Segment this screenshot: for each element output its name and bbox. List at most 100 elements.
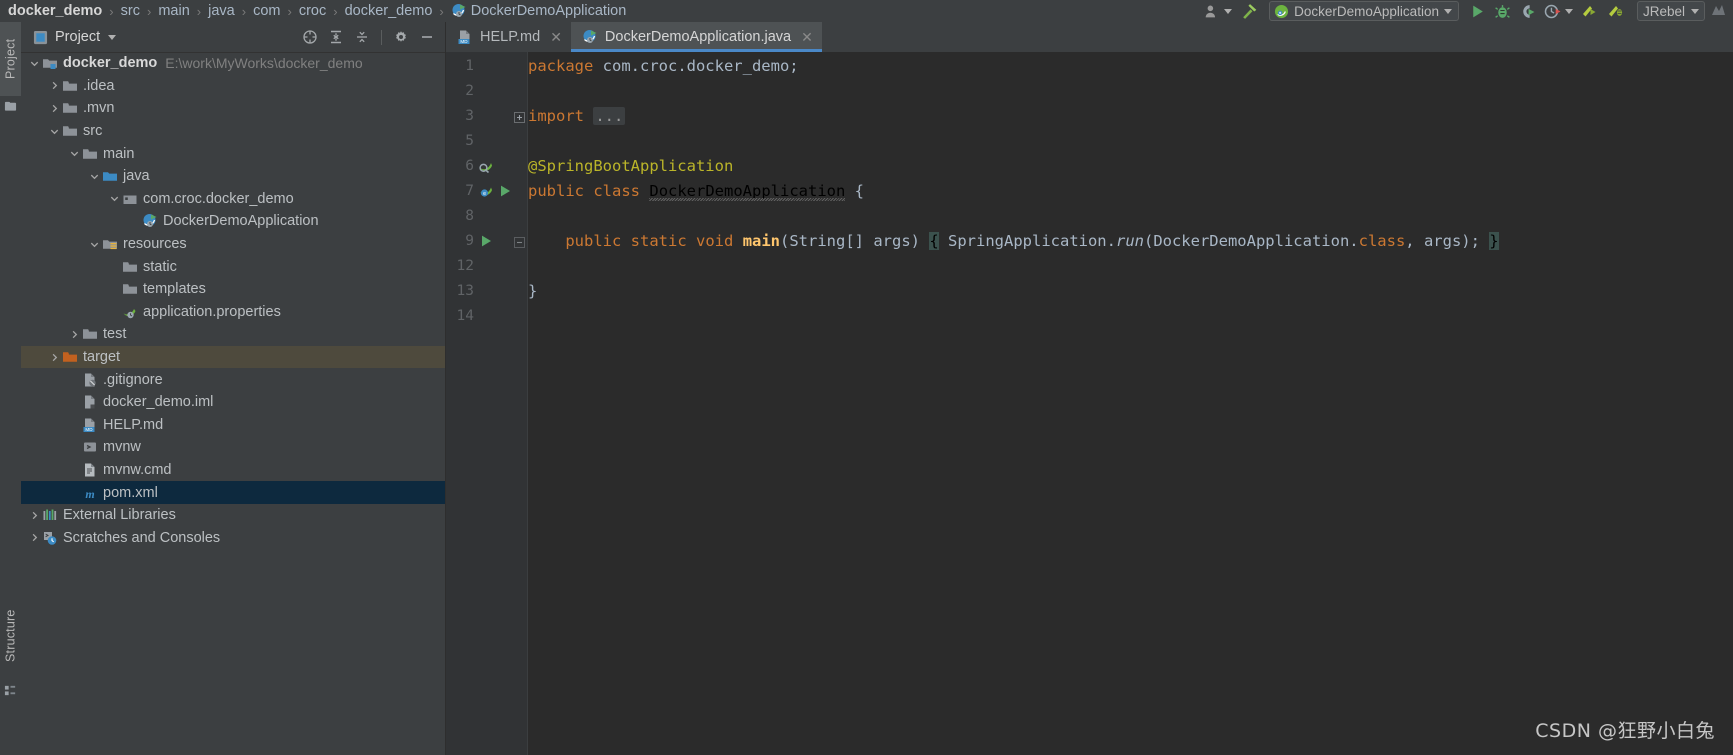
tree-node-application-properties[interactable]: application.properties	[21, 301, 445, 324]
code-line[interactable]: }	[528, 278, 537, 303]
expand-all-icon[interactable]	[324, 25, 348, 49]
run-icon[interactable]	[478, 233, 494, 249]
tree-node--idea[interactable]: .idea	[21, 75, 445, 98]
chevron-down-icon[interactable]	[67, 147, 81, 161]
chevron-right-icon[interactable]	[47, 350, 61, 364]
chevron-right-icon[interactable]	[47, 79, 61, 93]
close-icon[interactable]: ✕	[550, 29, 562, 46]
tree-node--gitignore[interactable]: .gitignore	[21, 368, 445, 391]
tree-node-dockerdemoapplication[interactable]: DockerDemoApplication	[21, 210, 445, 233]
tree-node-pom-xml[interactable]: m pom.xml	[21, 481, 445, 504]
jrebel-debug-icon[interactable]	[1603, 0, 1629, 22]
gutter-icons[interactable]	[478, 158, 494, 174]
chevron-down-icon[interactable]	[108, 34, 117, 40]
editor-tab-dockerdemoapplication-java[interactable]: DockerDemoApplication.java ✕	[570, 22, 822, 52]
tree-node-src[interactable]: src	[21, 120, 445, 143]
gutter-icons[interactable]: e	[478, 183, 513, 199]
chevron-down-icon[interactable]	[107, 192, 121, 206]
search-everywhere-icon[interactable]	[1705, 0, 1731, 22]
line-number: 12	[456, 257, 474, 274]
tree-node-label: External Libraries	[63, 507, 176, 524]
fold-region-icon[interactable]	[514, 235, 525, 248]
tree-node-scratches-and-consoles[interactable]: Scratches and Consoles	[21, 526, 445, 549]
tree-node-label: test	[103, 326, 127, 343]
tree-node-templates[interactable]: templates	[21, 278, 445, 301]
close-icon[interactable]: ✕	[801, 29, 813, 46]
breadcrumb-item-dockerdemoapplication[interactable]: DockerDemoApplication	[451, 3, 627, 19]
hide-icon[interactable]	[415, 25, 439, 49]
tree-node-docker-demo-iml[interactable]: docker_demo.iml	[21, 391, 445, 414]
chevron-down-icon[interactable]	[1564, 8, 1573, 14]
run-with-coverage-button[interactable]	[1515, 0, 1540, 22]
editor-tab-help-md[interactable]: MD HELP.md ✕	[446, 22, 571, 52]
gitignore-file-icon	[81, 371, 98, 388]
breadcrumb-item-java[interactable]: java	[208, 3, 235, 19]
tree-node-external-libraries[interactable]: External Libraries	[21, 504, 445, 527]
tree-node-label: mvnw	[103, 439, 141, 456]
spring-config-icon[interactable]: e	[478, 183, 494, 199]
tree-node-resources[interactable]: resources	[21, 233, 445, 256]
tree-node-help-md[interactable]: MD HELP.md	[21, 414, 445, 437]
chevron-down-icon[interactable]	[87, 237, 101, 251]
select-opened-file-icon[interactable]	[298, 25, 322, 49]
breadcrumb-item-src[interactable]: src	[121, 3, 140, 19]
tree-node-main[interactable]: main	[21, 142, 445, 165]
sidebar-item-structure[interactable]: Structure	[0, 592, 21, 680]
editor-tab-bar[interactable]: MD HELP.md ✕ DockerDemoApplication.java ✕	[446, 22, 1733, 52]
run-button[interactable]	[1465, 0, 1490, 22]
jrebel-run-icon[interactable]	[1577, 0, 1603, 22]
code-line[interactable]: @SpringBootApplication	[528, 153, 733, 178]
maven-file-icon: m	[81, 484, 98, 501]
chevron-down-icon[interactable]	[87, 169, 101, 183]
chevron-down-icon[interactable]	[1224, 8, 1233, 14]
tree-node-mvnw[interactable]: mvnw	[21, 436, 445, 459]
run-icon[interactable]	[497, 183, 513, 199]
gutter-icons[interactable]	[478, 233, 494, 249]
breadcrumb-label: DockerDemoApplication	[470, 3, 627, 19]
run-configuration-selector[interactable]: DockerDemoApplication	[1269, 1, 1459, 21]
hammer-icon[interactable]	[1236, 0, 1263, 22]
chevron-right-icon[interactable]	[67, 327, 81, 341]
user-profile-icon[interactable]	[1200, 0, 1236, 22]
tree-node--mvn[interactable]: .mvn	[21, 97, 445, 120]
chevron-down-icon[interactable]	[1443, 8, 1452, 14]
tree-node-java[interactable]: java	[21, 165, 445, 188]
project-tree[interactable]: docker_demo E:\work\MyWorks\docker_demo .i…	[21, 52, 445, 755]
breadcrumb-item-docker-demo[interactable]: docker_demo	[8, 3, 102, 19]
chevron-right-icon[interactable]	[27, 531, 41, 545]
profiler-button[interactable]	[1540, 0, 1577, 22]
spring-bean-icon[interactable]	[478, 158, 494, 174]
editor-gutter[interactable]: 1 2 3 5 6 7 e 8 9 12 13 14	[446, 52, 528, 755]
breadcrumb[interactable]: docker_demo › src › main › java › com › croc › docke…	[0, 0, 626, 22]
chevron-right-icon[interactable]	[27, 508, 41, 522]
chevron-right-icon[interactable]	[47, 101, 61, 115]
code-line[interactable]: public static void main (String[] args) {…	[528, 228, 1499, 253]
toolbar-actions: DockerDemoApplication JRebel	[1200, 0, 1733, 22]
tree-node-target[interactable]: target	[21, 345, 445, 369]
debug-button[interactable]	[1490, 0, 1515, 22]
tree-node-mvnw-cmd[interactable]: mvnw.cmd	[21, 459, 445, 482]
chevron-down-icon[interactable]	[1691, 8, 1699, 14]
code-line[interactable]: import ...	[528, 103, 626, 128]
breadcrumb-item-croc[interactable]: croc	[299, 3, 326, 19]
chevron-down-icon[interactable]	[27, 56, 41, 70]
breadcrumb-item-main[interactable]: main	[158, 3, 189, 19]
tree-node-static[interactable]: static	[21, 255, 445, 278]
tree-node-label: templates	[143, 281, 206, 298]
tree-node-test[interactable]: test	[21, 323, 445, 346]
code-line[interactable]: package com.croc.docker_demo;	[528, 53, 799, 78]
breadcrumb-item-com[interactable]: com	[253, 3, 280, 19]
jrebel-selector[interactable]: JRebel	[1636, 1, 1705, 21]
fold-expand-icon[interactable]	[514, 110, 525, 123]
tree-node-docker-demo[interactable]: docker_demo E:\work\MyWorks\docker_demo	[21, 52, 445, 75]
chevron-down-icon[interactable]	[47, 124, 61, 138]
tree-node-com-croc-docker-demo[interactable]: com.croc.docker_demo	[21, 188, 445, 211]
code-line[interactable]: public class DockerDemoApplication {	[528, 178, 864, 203]
settings-gear-icon[interactable]	[389, 25, 413, 49]
sidebar-item-project[interactable]: Project	[0, 22, 21, 96]
collapse-all-icon[interactable]	[350, 25, 374, 49]
breadcrumb-item-docker-demo[interactable]: docker_demo	[345, 3, 433, 19]
code-editor[interactable]: 1 2 3 5 6 7 e 8 9 12 13 14 package com.croc.docker_…	[446, 52, 1733, 755]
